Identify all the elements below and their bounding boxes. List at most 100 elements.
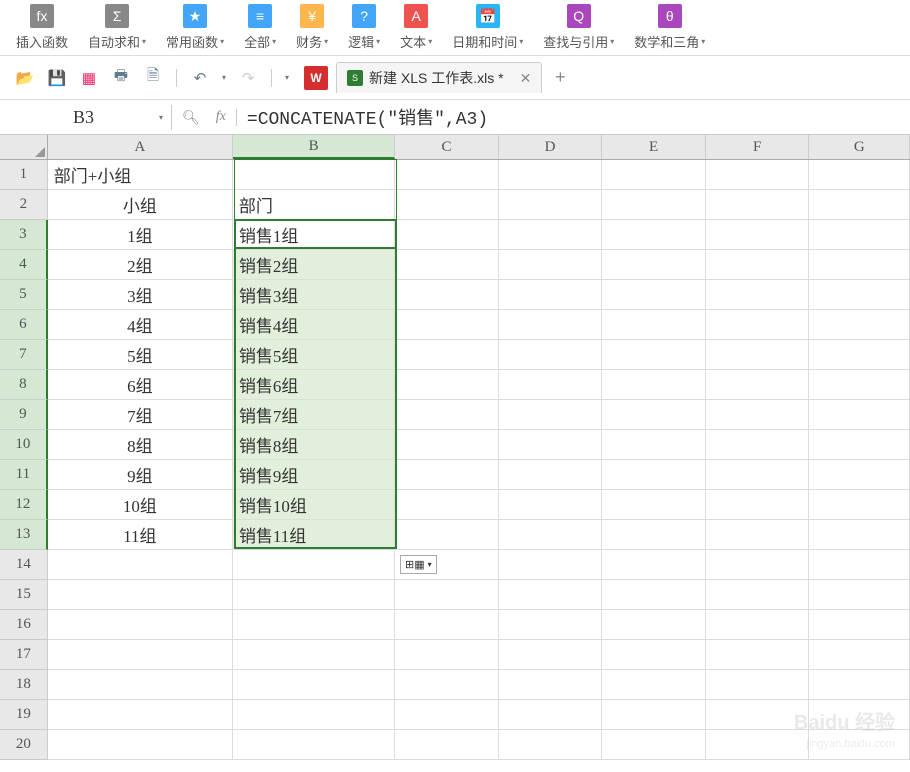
cell-E5[interactable]: [602, 280, 706, 310]
cell-F12[interactable]: [706, 490, 810, 520]
cell-G12[interactable]: [809, 490, 910, 520]
cell-E15[interactable]: [602, 580, 706, 610]
cell-F17[interactable]: [706, 640, 810, 670]
cell-B19[interactable]: [233, 700, 395, 730]
cell-G14[interactable]: [809, 550, 910, 580]
ribbon-item-8[interactable]: Q 查找与引用▾: [537, 2, 620, 53]
cell-E4[interactable]: [602, 250, 706, 280]
cell-A3[interactable]: 1组: [48, 220, 233, 250]
row-header-4[interactable]: 4: [0, 250, 48, 280]
cell-C5[interactable]: [395, 280, 499, 310]
cell-C12[interactable]: [395, 490, 499, 520]
row-header-19[interactable]: 19: [0, 700, 48, 730]
cell-E17[interactable]: [602, 640, 706, 670]
cell-D10[interactable]: [499, 430, 603, 460]
cell-G10[interactable]: [809, 430, 910, 460]
cell-D1[interactable]: [499, 160, 603, 190]
cell-G3[interactable]: [809, 220, 910, 250]
cell-G6[interactable]: [809, 310, 910, 340]
formula-input[interactable]: =CONCATENATE("销售",A3): [237, 100, 910, 134]
row-header-15[interactable]: 15: [0, 580, 48, 610]
cell-A8[interactable]: 6组: [48, 370, 233, 400]
cell-C7[interactable]: [395, 340, 499, 370]
row-header-3[interactable]: 3: [0, 220, 48, 250]
cell-A19[interactable]: [48, 700, 233, 730]
cell-C19[interactable]: [395, 700, 499, 730]
cell-D3[interactable]: [499, 220, 603, 250]
autofill-options-button[interactable]: ⊞▦ ▾: [400, 555, 437, 574]
cell-D15[interactable]: [499, 580, 603, 610]
cell-D20[interactable]: [499, 730, 603, 760]
cell-B6[interactable]: 销售4组: [233, 310, 395, 340]
redo-icon[interactable]: ↷: [236, 66, 260, 90]
cell-A16[interactable]: [48, 610, 233, 640]
cell-A11[interactable]: 9组: [48, 460, 233, 490]
col-header-F[interactable]: F: [706, 135, 810, 159]
col-header-A[interactable]: A: [48, 135, 233, 159]
row-header-8[interactable]: 8: [0, 370, 48, 400]
cell-B4[interactable]: 销售2组: [233, 250, 395, 280]
cell-A5[interactable]: 3组: [48, 280, 233, 310]
row-header-10[interactable]: 10: [0, 430, 48, 460]
cell-B5[interactable]: 销售3组: [233, 280, 395, 310]
cell-G9[interactable]: [809, 400, 910, 430]
cell-B9[interactable]: 销售7组: [233, 400, 395, 430]
cell-A6[interactable]: 4组: [48, 310, 233, 340]
row-header-7[interactable]: 7: [0, 340, 48, 370]
cell-A2[interactable]: 小组: [48, 190, 233, 220]
cell-B14[interactable]: [233, 550, 395, 580]
cell-A1[interactable]: 部门+小组: [48, 160, 233, 190]
print-icon[interactable]: 🖶: [109, 66, 133, 90]
wps-logo-icon[interactable]: W: [304, 66, 328, 90]
cell-G13[interactable]: [809, 520, 910, 550]
cell-C15[interactable]: [395, 580, 499, 610]
row-header-14[interactable]: 14: [0, 550, 48, 580]
cell-A20[interactable]: [48, 730, 233, 760]
chevron-down-icon[interactable]: ▾: [159, 113, 163, 122]
cell-E14[interactable]: [602, 550, 706, 580]
fx-icon[interactable]: fx: [216, 109, 226, 125]
cell-F5[interactable]: [706, 280, 810, 310]
row-header-16[interactable]: 16: [0, 610, 48, 640]
col-header-B[interactable]: B: [233, 135, 395, 159]
cell-F16[interactable]: [706, 610, 810, 640]
row-header-6[interactable]: 6: [0, 310, 48, 340]
cell-B20[interactable]: [233, 730, 395, 760]
cell-D19[interactable]: [499, 700, 603, 730]
cell-C2[interactable]: [395, 190, 499, 220]
cell-D5[interactable]: [499, 280, 603, 310]
cell-F15[interactable]: [706, 580, 810, 610]
ribbon-item-3[interactable]: ≡ 全部▾: [238, 2, 282, 53]
ribbon-item-2[interactable]: ★ 常用函数▾: [160, 2, 230, 53]
cell-B11[interactable]: 销售9组: [233, 460, 395, 490]
cell-F4[interactable]: [706, 250, 810, 280]
cell-A7[interactable]: 5组: [48, 340, 233, 370]
cell-E11[interactable]: [602, 460, 706, 490]
cell-C1[interactable]: [395, 160, 499, 190]
close-tab-icon[interactable]: ✕: [520, 70, 532, 87]
cell-E3[interactable]: [602, 220, 706, 250]
undo-dropdown[interactable]: ▾: [217, 73, 231, 82]
select-all-corner[interactable]: [0, 135, 48, 159]
cell-F8[interactable]: [706, 370, 810, 400]
cell-A9[interactable]: 7组: [48, 400, 233, 430]
cell-E1[interactable]: [602, 160, 706, 190]
cell-G19[interactable]: [809, 700, 910, 730]
cell-E8[interactable]: [602, 370, 706, 400]
more-dropdown[interactable]: ▾: [280, 73, 294, 82]
cell-A14[interactable]: [48, 550, 233, 580]
col-header-C[interactable]: C: [395, 135, 499, 159]
ribbon-item-5[interactable]: ? 逻辑▾: [342, 2, 386, 53]
cell-C4[interactable]: [395, 250, 499, 280]
open-icon[interactable]: 📂: [13, 66, 37, 90]
cell-D6[interactable]: [499, 310, 603, 340]
cell-C3[interactable]: [395, 220, 499, 250]
cell-F6[interactable]: [706, 310, 810, 340]
row-header-13[interactable]: 13: [0, 520, 48, 550]
cell-A18[interactable]: [48, 670, 233, 700]
cell-G4[interactable]: [809, 250, 910, 280]
cell-B2[interactable]: 部门: [233, 190, 395, 220]
cell-A15[interactable]: [48, 580, 233, 610]
cell-D12[interactable]: [499, 490, 603, 520]
cell-E10[interactable]: [602, 430, 706, 460]
